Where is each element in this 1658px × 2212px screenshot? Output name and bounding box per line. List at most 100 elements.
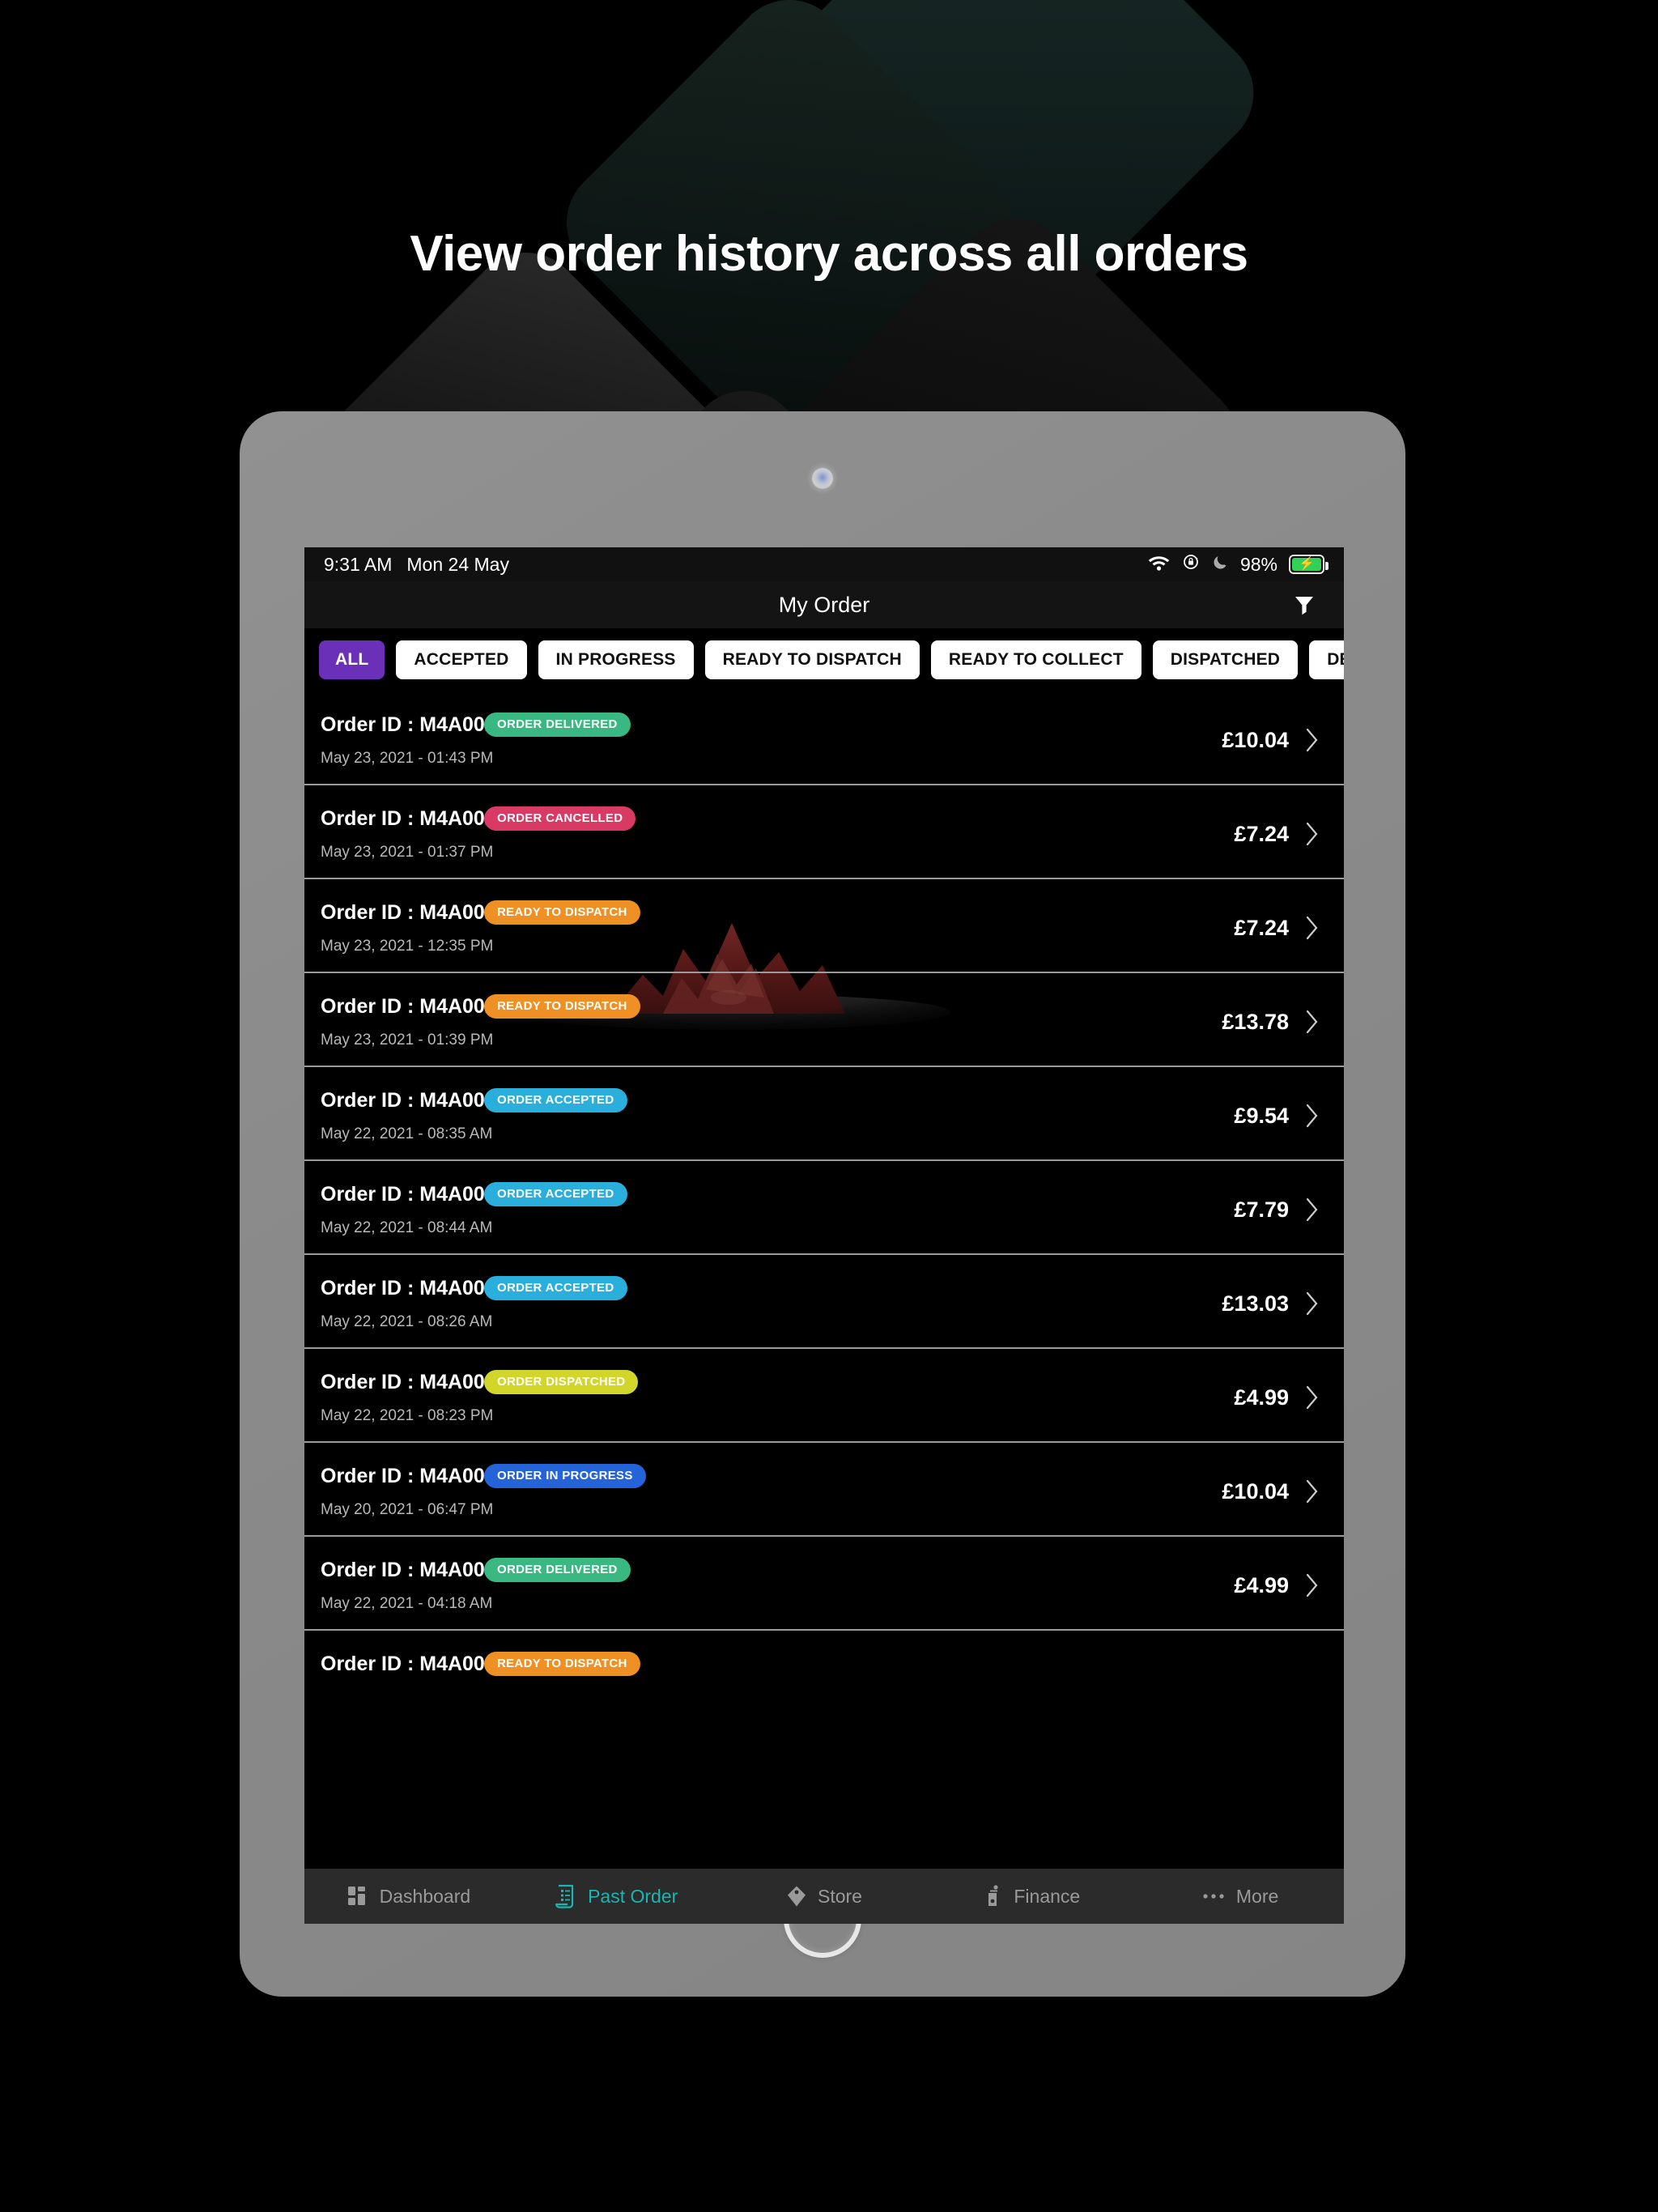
- order-date: May 23, 2021 - 01:43 PM: [321, 750, 494, 767]
- nav-item-past-order[interactable]: Past Order: [512, 1884, 721, 1908]
- order-row[interactable]: Order ID : M4A00191 ORDER DELIVERED May 22…: [304, 1537, 1344, 1631]
- chevron-right-icon[interactable]: [1300, 728, 1324, 752]
- chevron-right-icon[interactable]: [1300, 1104, 1324, 1128]
- order-id-label: Order ID : M4A00197: [321, 1183, 519, 1206]
- order-status-badge: READY TO DISPATCH: [484, 1652, 640, 1676]
- order-status-badge: ORDER DISPATCHED: [484, 1370, 639, 1394]
- order-id-label: Order ID : M4A00202: [321, 807, 519, 830]
- order-amount: £13.03: [1222, 1291, 1289, 1316]
- order-amount: £10.04: [1222, 727, 1289, 752]
- order-row[interactable]: Order ID : M4A00202 ORDER CANCELLED May 23…: [304, 785, 1344, 879]
- device-screen: 9:31 AM Mon 24 May 98% ⚡ My Order ALL AC…: [304, 547, 1344, 1924]
- status-bar: 9:31 AM Mon 24 May 98% ⚡: [304, 547, 1344, 581]
- nav-item-more[interactable]: More: [1136, 1886, 1344, 1908]
- filter-tab-all[interactable]: ALL: [319, 640, 385, 679]
- filter-tab-ready-to-dispatch[interactable]: READY TO DISPATCH: [704, 640, 920, 679]
- nav-item-label: More: [1235, 1885, 1279, 1907]
- chevron-right-icon[interactable]: [1300, 1573, 1324, 1597]
- order-id-label: Order ID : M4A00193: [321, 1371, 519, 1393]
- filter-tab-accepted[interactable]: ACCEPTED: [396, 640, 527, 679]
- filter-tab-dispatched[interactable]: DISPATCHED: [1152, 640, 1299, 679]
- nav-item-label: Past Order: [588, 1885, 678, 1907]
- order-amount: £7.24: [1234, 821, 1289, 846]
- chevron-right-icon[interactable]: [1300, 1385, 1324, 1410]
- finance-icon: [984, 1884, 1003, 1908]
- order-status-badge: ORDER DELIVERED: [484, 713, 631, 737]
- order-row[interactable]: Order ID : M4A00192 ORDER IN PROGRESS May …: [304, 1443, 1344, 1537]
- bottom-navigation[interactable]: Dashboard Past Order Store Finance More: [304, 1869, 1344, 1924]
- order-amount: £10.04: [1222, 1478, 1289, 1504]
- tag-icon: [786, 1885, 807, 1908]
- filter-tab-delivered[interactable]: DELIVERED: [1309, 640, 1344, 679]
- order-row[interactable]: Order ID : M4A00197 ORDER ACCEPTED May 22,…: [304, 1161, 1344, 1255]
- receipt-icon: [555, 1884, 577, 1908]
- status-time: 9:31 AM: [324, 553, 393, 575]
- order-status-badge: ORDER ACCEPTED: [484, 1276, 627, 1300]
- order-row[interactable]: Order ID : M4A00198 ORDER ACCEPTED May 22,…: [304, 1067, 1344, 1161]
- order-row[interactable]: Order ID : M4A00203 ORDER DELIVERED May 23…: [304, 691, 1344, 785]
- chevron-right-icon[interactable]: [1300, 1010, 1324, 1034]
- rotation-lock-icon: [1181, 552, 1201, 576]
- order-status-badge: ORDER CANCELLED: [484, 806, 636, 831]
- app-header: My Order: [304, 581, 1344, 628]
- filter-tab-in-progress[interactable]: IN PROGRESS: [538, 640, 694, 679]
- order-amount: £4.99: [1234, 1572, 1289, 1597]
- nav-item-finance[interactable]: Finance: [928, 1884, 1136, 1908]
- dashboard-grid-icon: [346, 1885, 369, 1908]
- order-row[interactable]: Order ID : M4A00200 READY TO DISPATCH May …: [304, 973, 1344, 1067]
- ellipsis-icon: [1201, 1891, 1226, 1901]
- wifi-icon: [1148, 554, 1170, 576]
- order-id-label: Order ID : M4A00191: [321, 1559, 519, 1581]
- filter-funnel-icon[interactable]: [1287, 588, 1321, 622]
- order-id-label: Order ID : M4A00190: [321, 1653, 519, 1675]
- order-amount: £7.79: [1234, 1197, 1289, 1222]
- nav-item-dashboard[interactable]: Dashboard: [304, 1885, 512, 1908]
- chevron-right-icon[interactable]: [1300, 822, 1324, 846]
- nav-item-label: Finance: [1014, 1885, 1081, 1907]
- filter-tab-ready-to-collect[interactable]: READY TO COLLECT: [930, 640, 1141, 679]
- order-amount: £9.54: [1234, 1103, 1289, 1128]
- tablet-device-frame: 9:31 AM Mon 24 May 98% ⚡ My Order ALL AC…: [240, 411, 1405, 1997]
- order-status-badge: ORDER ACCEPTED: [484, 1182, 627, 1206]
- order-row[interactable]: Order ID : M4A00195 ORDER ACCEPTED May 22,…: [304, 1255, 1344, 1349]
- nav-item-label: Dashboard: [379, 1885, 471, 1907]
- nav-item-label: Store: [818, 1885, 862, 1907]
- order-date: May 23, 2021 - 12:35 PM: [321, 938, 494, 955]
- order-status-badge: ORDER ACCEPTED: [484, 1088, 627, 1112]
- do-not-disturb-moon-icon: [1212, 554, 1229, 576]
- order-status-badge: READY TO DISPATCH: [484, 994, 640, 1019]
- status-bar-right: 98% ⚡: [1148, 552, 1329, 576]
- order-date: May 23, 2021 - 01:39 PM: [321, 1032, 494, 1049]
- order-list[interactable]: Order ID : M4A00203 ORDER DELIVERED May 23…: [304, 691, 1344, 1869]
- order-status-badge: ORDER DELIVERED: [484, 1558, 631, 1582]
- page-title: My Order: [778, 592, 870, 617]
- nav-item-store[interactable]: Store: [721, 1885, 929, 1908]
- order-date: May 22, 2021 - 08:44 AM: [321, 1219, 493, 1236]
- status-bar-left: 9:31 AM Mon 24 May: [324, 554, 509, 576]
- order-id-label: Order ID : M4A00200: [321, 995, 519, 1018]
- order-id-label: Order ID : M4A00198: [321, 1089, 519, 1112]
- order-id-label: Order ID : M4A00195: [321, 1277, 519, 1300]
- filter-tabs-bar[interactable]: ALL ACCEPTED IN PROGRESS READY TO DISPATCH R…: [304, 628, 1344, 691]
- status-date: Mon 24 May: [406, 553, 509, 575]
- chevron-right-icon[interactable]: [1300, 1197, 1324, 1222]
- front-camera-icon: [812, 468, 833, 489]
- order-amount: £4.99: [1234, 1385, 1289, 1410]
- order-date: May 22, 2021 - 08:23 PM: [321, 1407, 494, 1424]
- order-amount: £7.24: [1234, 915, 1289, 940]
- order-date: May 22, 2021 - 04:18 AM: [321, 1595, 493, 1612]
- order-id-label: Order ID : M4A00192: [321, 1465, 519, 1487]
- order-id-label: Order ID : M4A00201: [321, 901, 519, 924]
- order-amount: £13.78: [1222, 1009, 1289, 1034]
- chevron-right-icon[interactable]: [1300, 916, 1324, 940]
- order-date: May 22, 2021 - 08:35 AM: [321, 1125, 493, 1142]
- battery-charging-icon: ⚡: [1289, 555, 1329, 574]
- chevron-right-icon[interactable]: [1300, 1479, 1324, 1504]
- order-row[interactable]: Order ID : M4A00201 READY TO DISPATCH May …: [304, 879, 1344, 973]
- order-row[interactable]: Order ID : M4A00193 ORDER DISPATCHED May 2…: [304, 1349, 1344, 1443]
- order-date: May 22, 2021 - 08:26 AM: [321, 1313, 493, 1330]
- order-status-badge: READY TO DISPATCH: [484, 900, 640, 925]
- order-row[interactable]: Order ID : M4A00190 READY TO DISPATCH: [304, 1631, 1344, 1705]
- chevron-right-icon[interactable]: [1300, 1291, 1324, 1316]
- order-date: May 20, 2021 - 06:47 PM: [321, 1501, 494, 1518]
